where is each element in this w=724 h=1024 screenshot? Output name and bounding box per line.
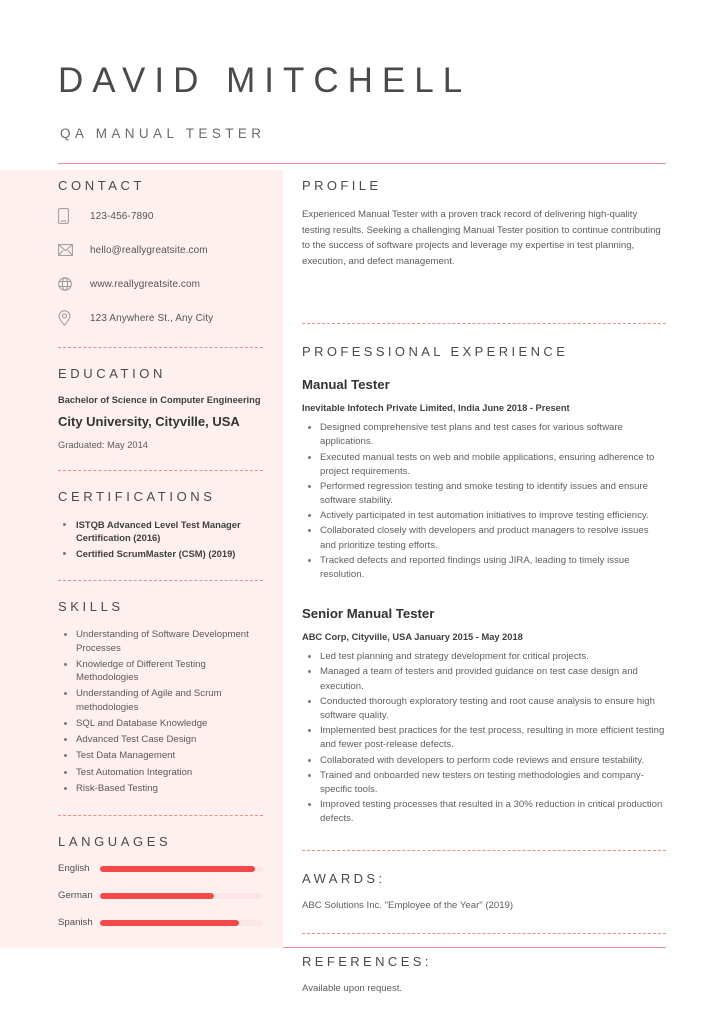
main-divider-1 xyxy=(302,323,666,325)
contact-list: 123-456-7890 hello@reallygreatsite.com w… xyxy=(58,207,263,327)
job-bullets: Led test planning and strategy developme… xyxy=(302,650,666,826)
list-item: Knowledge of Different Testing Methodolo… xyxy=(76,658,263,685)
certifications-list: ISTQB Advanced Level Test Manager Certif… xyxy=(58,518,263,560)
location-pin-icon xyxy=(58,310,80,326)
list-item: Managed a team of testers and provided g… xyxy=(320,665,666,693)
sidebar-divider-3 xyxy=(58,580,263,582)
profile-section: PROFILE Experienced Manual Tester with a… xyxy=(302,178,666,269)
language-label: German xyxy=(58,890,93,902)
education-title: EDUCATION xyxy=(58,366,166,381)
contact-item-website[interactable]: www.reallygreatsite.com xyxy=(58,275,263,293)
job-meta: Inevitable Infotech Private Limited, Ind… xyxy=(302,403,570,414)
awards-text: ABC Solutions Inc. "Employee of the Year… xyxy=(302,900,514,912)
list-item: Conducted thorough exploratory testing a… xyxy=(320,695,666,723)
main-divider-2 xyxy=(302,850,666,852)
list-item: Test Automation Integration xyxy=(76,766,263,780)
header-divider xyxy=(58,163,666,165)
awards-title: AWARDS: xyxy=(302,871,386,887)
language-label: Spanish xyxy=(58,917,93,929)
job-bullets: Designed comprehensive test plans and te… xyxy=(302,421,666,582)
language-proficiency-fill xyxy=(100,919,239,926)
phone-icon xyxy=(58,208,80,224)
profile-title: PROFILE xyxy=(302,178,382,193)
envelope-icon xyxy=(58,244,80,256)
language-proficiency-bar xyxy=(100,919,263,926)
profile-text: Experienced Manual Tester with a proven … xyxy=(302,209,661,267)
education-graduated: Graduated: May 2014 xyxy=(58,440,148,450)
list-item: Understanding of Software Development Pr… xyxy=(76,628,263,655)
candidate-name: DAVID MITCHELL xyxy=(58,61,472,100)
contact-item-address[interactable]: 123 Anywhere St., Any City xyxy=(58,309,263,327)
resume-header: DAVID MITCHELL QA MANUAL TESTER xyxy=(0,0,724,141)
main-content: PROFILE Experienced Manual Tester with a… xyxy=(302,178,666,994)
candidate-job-title: QA MANUAL TESTER xyxy=(60,125,266,141)
list-item: Collaborated with developers to perform … xyxy=(320,754,666,768)
certifications-section: CERTIFICATIONS ISTQB Advanced Level Test… xyxy=(58,489,263,560)
list-item: Understanding of Agile and Scrum methodo… xyxy=(76,687,263,714)
sidebar-divider-4 xyxy=(58,815,263,817)
references-text: Available upon request. xyxy=(302,983,403,995)
list-item: Performed regression testing and smoke t… xyxy=(320,480,666,508)
list-item: Designed comprehensive test plans and te… xyxy=(320,421,666,449)
list-item: Actively participated in test automation… xyxy=(320,509,666,523)
job-meta: ABC Corp, Cityville, USA January 2015 - … xyxy=(302,632,523,643)
language-proficiency-bar xyxy=(100,865,263,872)
list-item: Test Data Management xyxy=(76,749,263,763)
experience-job-2: Senior Manual Tester ABC Corp, Cityville… xyxy=(302,606,666,826)
list-item: Executed manual tests on web and mobile … xyxy=(320,451,666,479)
list-item: Collaborated closely with developers and… xyxy=(320,524,666,552)
certifications-title: CERTIFICATIONS xyxy=(58,489,216,504)
language-item-german: German xyxy=(58,890,263,901)
language-label: English xyxy=(58,863,90,875)
contact-address-text: 123 Anywhere St., Any City xyxy=(90,312,214,324)
globe-icon xyxy=(58,277,80,291)
references-title: REFERENCES: xyxy=(302,954,432,970)
contact-phone-text: 123-456-7890 xyxy=(90,210,154,222)
resume-page: DAVID MITCHELL QA MANUAL TESTER CONTACT … xyxy=(0,0,724,1024)
languages-section: LANGUAGES English German Spanish xyxy=(58,834,263,928)
references-section: REFERENCES: Available upon request. xyxy=(302,954,666,994)
education-section: EDUCATION Bachelor of Science in Compute… xyxy=(58,366,263,450)
list-item: Risk-Based Testing xyxy=(76,782,263,796)
list-item: ISTQB Advanced Level Test Manager Certif… xyxy=(76,518,263,545)
sidebar-divider-2 xyxy=(58,470,263,471)
job-role: Senior Manual Tester xyxy=(302,606,435,622)
contact-email-text: hello@reallygreatsite.com xyxy=(90,244,208,256)
sidebar-divider-1 xyxy=(58,347,263,348)
experience-job-1: Manual Tester Inevitable Infotech Privat… xyxy=(302,377,666,582)
education-school: City University, Cityville, USA xyxy=(58,414,240,429)
list-item: Tracked defects and reported findings us… xyxy=(320,554,666,582)
sidebar: CONTACT 123-456-7890 hello@reallygreatsi… xyxy=(58,178,263,944)
language-proficiency-fill xyxy=(100,892,215,899)
contact-title: CONTACT xyxy=(58,178,146,193)
language-proficiency-bar xyxy=(100,892,263,899)
language-proficiency-fill xyxy=(100,865,255,872)
contact-section: CONTACT 123-456-7890 hello@reallygreatsi… xyxy=(58,178,263,327)
contact-item-phone[interactable]: 123-456-7890 xyxy=(58,207,263,225)
skills-section: SKILLS Understanding of Software Develop… xyxy=(58,599,263,795)
languages-title: LANGUAGES xyxy=(58,834,172,850)
list-item: Trained and onboarded new testers on tes… xyxy=(320,769,666,797)
experience-title: PROFESSIONAL EXPERIENCE xyxy=(302,344,569,360)
skills-title: SKILLS xyxy=(58,599,124,615)
main-divider-3 xyxy=(302,933,666,935)
experience-spacer xyxy=(302,586,666,606)
language-item-spanish: Spanish xyxy=(58,917,263,928)
list-item: Advanced Test Case Design xyxy=(76,733,263,747)
list-item: SQL and Database Knowledge xyxy=(76,717,263,731)
contact-item-email[interactable]: hello@reallygreatsite.com xyxy=(58,241,263,259)
list-item: Improved testing processes that resulted… xyxy=(320,798,666,826)
list-item: Led test planning and strategy developme… xyxy=(320,650,666,664)
list-item: Certified ScrumMaster (CSM) (2019) xyxy=(76,547,263,560)
awards-section: AWARDS: ABC Solutions Inc. "Employee of … xyxy=(302,871,666,911)
education-degree: Bachelor of Science in Computer Engineer… xyxy=(58,395,261,405)
language-item-english: English xyxy=(58,863,263,874)
experience-section: PROFESSIONAL EXPERIENCE Manual Tester In… xyxy=(302,344,666,826)
list-item: Implemented best practices for the test … xyxy=(320,724,666,752)
contact-website-text: www.reallygreatsite.com xyxy=(90,278,201,290)
skills-list: Understanding of Software Development Pr… xyxy=(58,628,263,795)
job-role: Manual Tester xyxy=(302,377,390,393)
